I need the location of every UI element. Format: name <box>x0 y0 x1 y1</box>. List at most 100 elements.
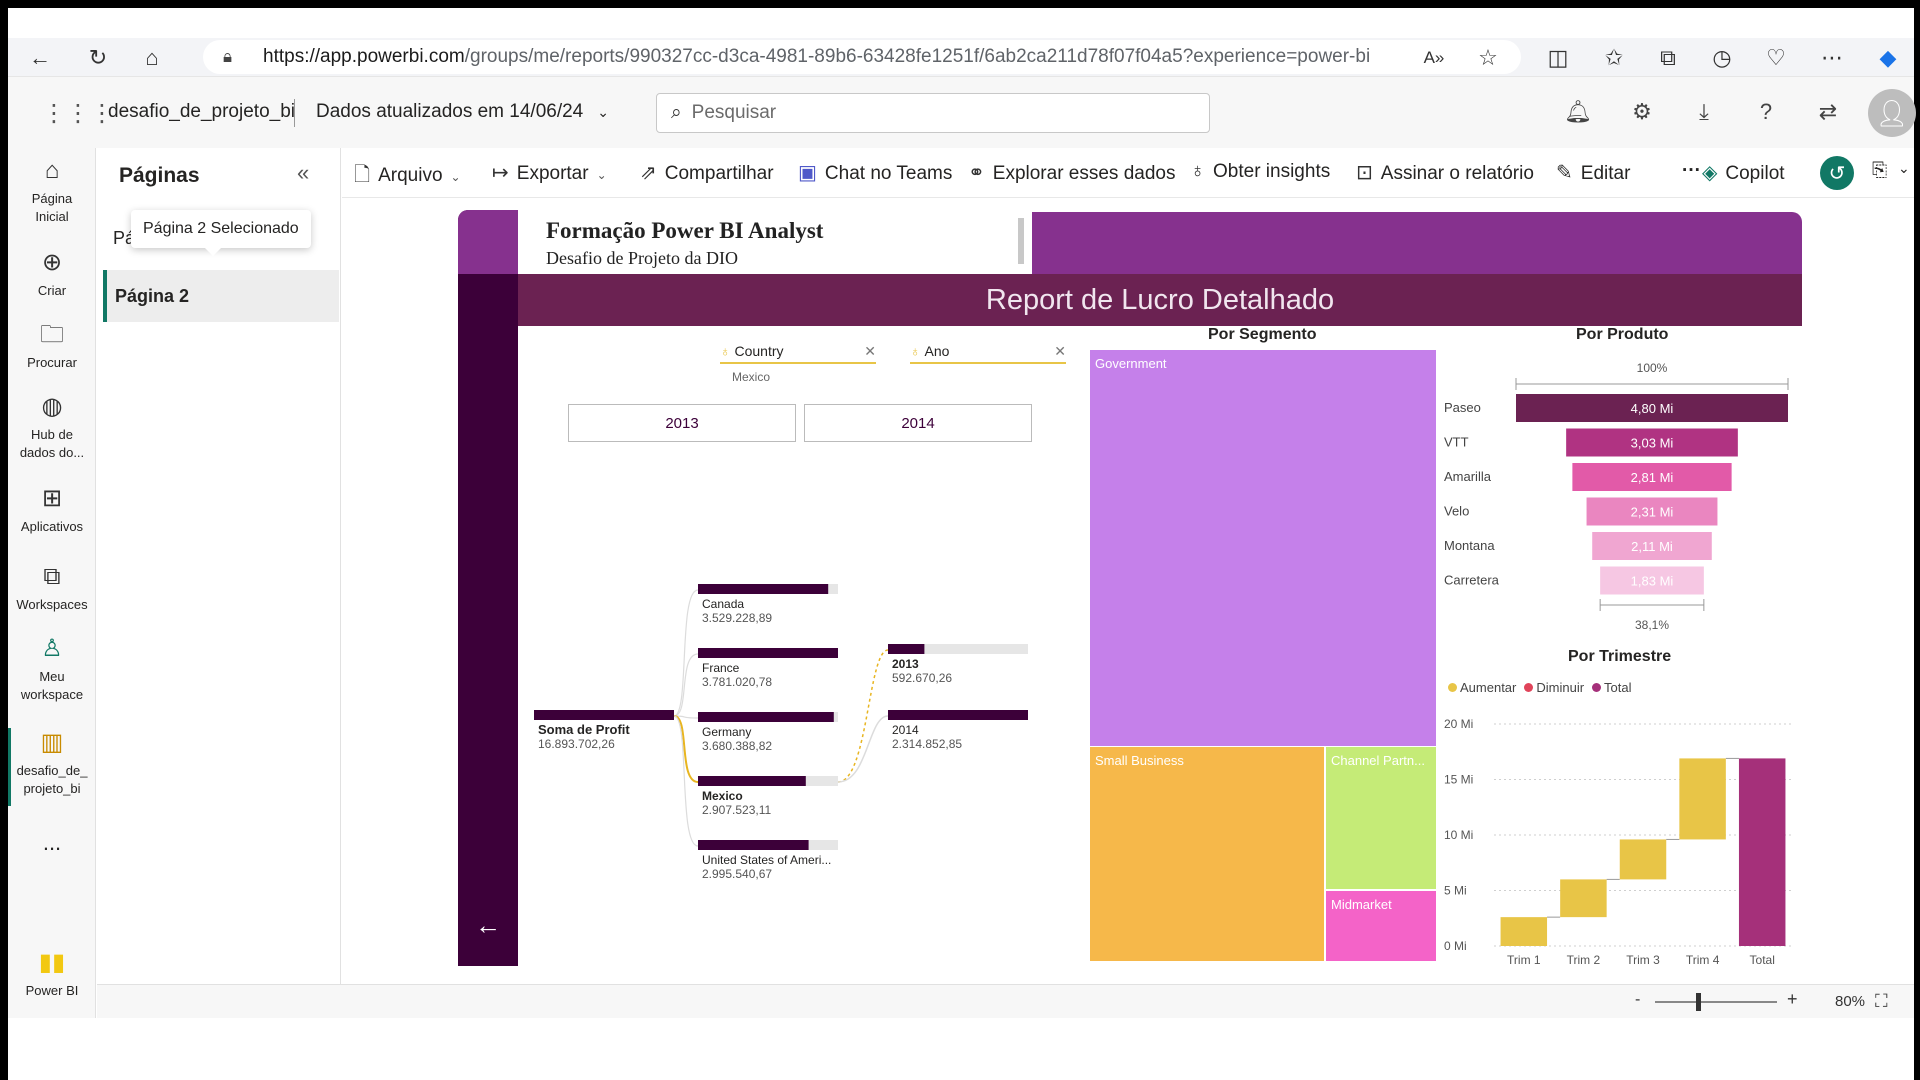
year-2013-button[interactable]: 2013 <box>568 404 796 442</box>
back-icon[interactable]: ← <box>26 44 54 72</box>
funnel-category: Paseo <box>1444 400 1481 415</box>
search-input[interactable]: ⌕ Pesquisar <box>656 93 1210 133</box>
avatar[interactable]: 👤︎ <box>1868 89 1916 137</box>
exportar-menu[interactable]: ↦ Exportar ⌄ <box>492 160 607 185</box>
reload-icon[interactable]: ↻ <box>84 44 112 72</box>
download-icon[interactable]: ⤓ <box>1690 99 1718 127</box>
nav-my-workspace[interactable]: ♙ Meu workspace <box>8 634 96 704</box>
treemap-midmarket[interactable]: Midmarket <box>1326 891 1436 961</box>
left-navigation: ⌂ Página Inicial ⊕ Criar 🗀︎ Procurar ◍ Hub d… <box>8 148 96 1018</box>
explorar-button[interactable]: ⚭ Explorar esses dados <box>968 160 1175 185</box>
nav-power-bi[interactable]: ▮▮ Power BI <box>8 948 96 1000</box>
pages-pane: Páginas « Pá Página 2 Selecionado Página… <box>97 148 341 1018</box>
nav-browse[interactable]: 🗀︎ Procurar <box>8 320 96 372</box>
treemap-small-business[interactable]: Small Business <box>1090 747 1324 961</box>
country-value: 3.529.228,89 <box>702 611 772 625</box>
nav-data-hub[interactable]: ◍ Hub de dados do... <box>8 392 96 462</box>
plus-circle-icon: ⊕ <box>41 249 63 276</box>
nav-workspaces[interactable]: ⧉ Workspaces <box>8 562 96 614</box>
page-2-label: Página 2 <box>115 285 190 306</box>
funnel-value: 2,31 Mi <box>1631 505 1674 520</box>
chevron-down-icon: ⌄ <box>597 104 609 120</box>
funnel-value: 2,81 Mi <box>1631 470 1674 485</box>
y-tick-label: 10 Mi <box>1444 828 1473 842</box>
root-value: 16.893.702,26 <box>538 737 615 751</box>
status-bar: - + 80% ⛶ <box>97 984 1914 1018</box>
nav-apps[interactable]: ⊞ Aplicativos <box>8 484 96 536</box>
browser-menu-icon[interactable]: ⋯ <box>1818 44 1846 72</box>
decomposition-tree[interactable]: Soma de Profit16.893.702,26 Canada3.529.2… <box>518 490 1058 950</box>
nav-create[interactable]: ⊕ Criar <box>8 248 96 300</box>
title-divider <box>1018 218 1024 264</box>
compartilhar-button[interactable]: ⇗ Compartilhar <box>640 160 774 185</box>
page-2-item[interactable]: Página 2 <box>103 270 339 322</box>
refresh-info[interactable]: Dados atualizados em 14/06/24 ⌄ <box>316 101 609 123</box>
address-bar[interactable]: 🔒︎ https://app.powerbi.com/groups/me/rep… <box>203 40 1521 74</box>
assinar-button[interactable]: ⊡ Assinar o relatório <box>1356 160 1534 185</box>
browser-toolbar: ← ↻ ⌂ 🔒︎ https://app.powerbi.com/groups/… <box>8 38 1914 76</box>
editar-button[interactable]: ✎ Editar <box>1556 160 1630 185</box>
funnel-category: Velo <box>1444 504 1469 519</box>
report-banner: Report de Lucro Detalhado <box>518 274 1802 326</box>
zoom-out-button[interactable]: - <box>1635 991 1640 1009</box>
refresh-text: Dados atualizados em 14/06/24 <box>316 101 584 122</box>
country-value: 3.680.388,82 <box>702 739 772 753</box>
chat-teams-button[interactable]: ▣ Chat no Teams <box>798 160 952 185</box>
settings-icon[interactable]: ⚙ <box>1628 99 1656 127</box>
produto-funnel[interactable]: 100% Paseo 4,80 Mi VTT 3,03 Mi Amarilla 2,81 M… <box>1442 348 1802 658</box>
app-launcher-icon[interactable]: ⋮⋮⋮ <box>42 99 114 127</box>
arquivo-label: Arquivo <box>378 165 443 186</box>
arquivo-menu[interactable]: 🗋︎ Arquivo ⌄ <box>354 160 461 194</box>
treemap-government[interactable]: Government <box>1090 350 1436 746</box>
ano-slicer[interactable]: ♁ Ano ✕ <box>910 340 1066 380</box>
app-header: ⋮⋮⋮ desafio_de_projeto_bi Dados atualiza… <box>8 76 1916 148</box>
power-bi-logo-icon: ▮▮ <box>38 949 66 976</box>
browser-essentials-icon[interactable]: ♡ <box>1762 44 1790 72</box>
y-tick-label: 20 Mi <box>1444 717 1473 731</box>
tree-connector <box>673 589 699 717</box>
more-options-button[interactable]: ··· <box>1682 160 1701 182</box>
trimestre-waterfall[interactable]: 0 Mi 5 Mi 10 Mi 15 Mi 20 Mi Trim 1 Trim 2 Trim … <box>1442 696 1802 966</box>
notifications-icon[interactable]: 🔔︎ <box>1564 99 1592 127</box>
favorite-icon[interactable]: ☆ <box>1474 44 1502 72</box>
favorites-icon[interactable]: ✩ <box>1600 44 1628 72</box>
nav-home[interactable]: ⌂ Página Inicial <box>8 156 96 226</box>
share-feedback-icon[interactable]: ⇄ <box>1814 99 1842 127</box>
read-aloud-icon[interactable]: A» <box>1420 44 1448 72</box>
workspace-name[interactable]: desafio_de_projeto_bi <box>108 101 295 123</box>
back-arrow-icon[interactable]: ← <box>470 910 506 940</box>
insights-label: Obter insights <box>1213 161 1331 182</box>
clear-filter-icon[interactable]: ✕ <box>1054 343 1066 360</box>
clear-filter-icon[interactable]: ✕ <box>864 343 876 360</box>
copilot-browser-icon[interactable]: ◆ <box>1874 44 1902 72</box>
bookmark-icon[interactable]: ⎘ <box>1872 160 1887 182</box>
zoom-in-button[interactable]: + <box>1787 989 1798 1010</box>
ano-slicer-label: Ano <box>924 343 950 359</box>
report-side-bar-top <box>458 210 518 274</box>
home-icon[interactable]: ⌂ <box>138 44 166 72</box>
insights-button[interactable]: ♁ Obter insights <box>1190 160 1330 183</box>
zoom-slider[interactable] <box>1655 1001 1777 1003</box>
nav-current-report[interactable]: ▥ desafio_de_ projeto_bi <box>8 728 96 798</box>
power-bi-label: Power BI <box>25 983 79 998</box>
year-2014-button[interactable]: 2014 <box>804 404 1032 442</box>
chevron-down-icon[interactable]: ⌄ <box>1898 160 1910 177</box>
country-label: France <box>702 661 740 675</box>
reset-icon[interactable]: ↺ <box>1820 156 1854 190</box>
export-icon: ↦ <box>492 162 509 184</box>
history-icon[interactable]: ◷ <box>1708 44 1736 72</box>
home-icon: ⌂ <box>44 157 60 184</box>
copilot-button[interactable]: ◈ Copilot <box>1702 160 1785 185</box>
treemap-channel-partners[interactable]: Channel Partn... <box>1326 747 1436 889</box>
split-screen-icon[interactable]: ◫ <box>1544 44 1572 72</box>
fit-to-page-icon[interactable]: ⛶ <box>1875 991 1888 1012</box>
waterfall-bar <box>1560 879 1607 918</box>
zoom-slider-thumb[interactable] <box>1696 993 1701 1011</box>
chevron-down-icon: ⌄ <box>596 168 607 182</box>
collapse-pane-icon[interactable]: « <box>297 160 309 186</box>
nav-more[interactable]: ... <box>8 832 96 854</box>
collections-icon[interactable]: ⧉ <box>1654 44 1682 72</box>
help-icon[interactable]: ? <box>1752 99 1780 127</box>
country-slicer[interactable]: ♁ Country ✕ Mexico <box>720 340 876 384</box>
country-bar <box>698 712 834 722</box>
